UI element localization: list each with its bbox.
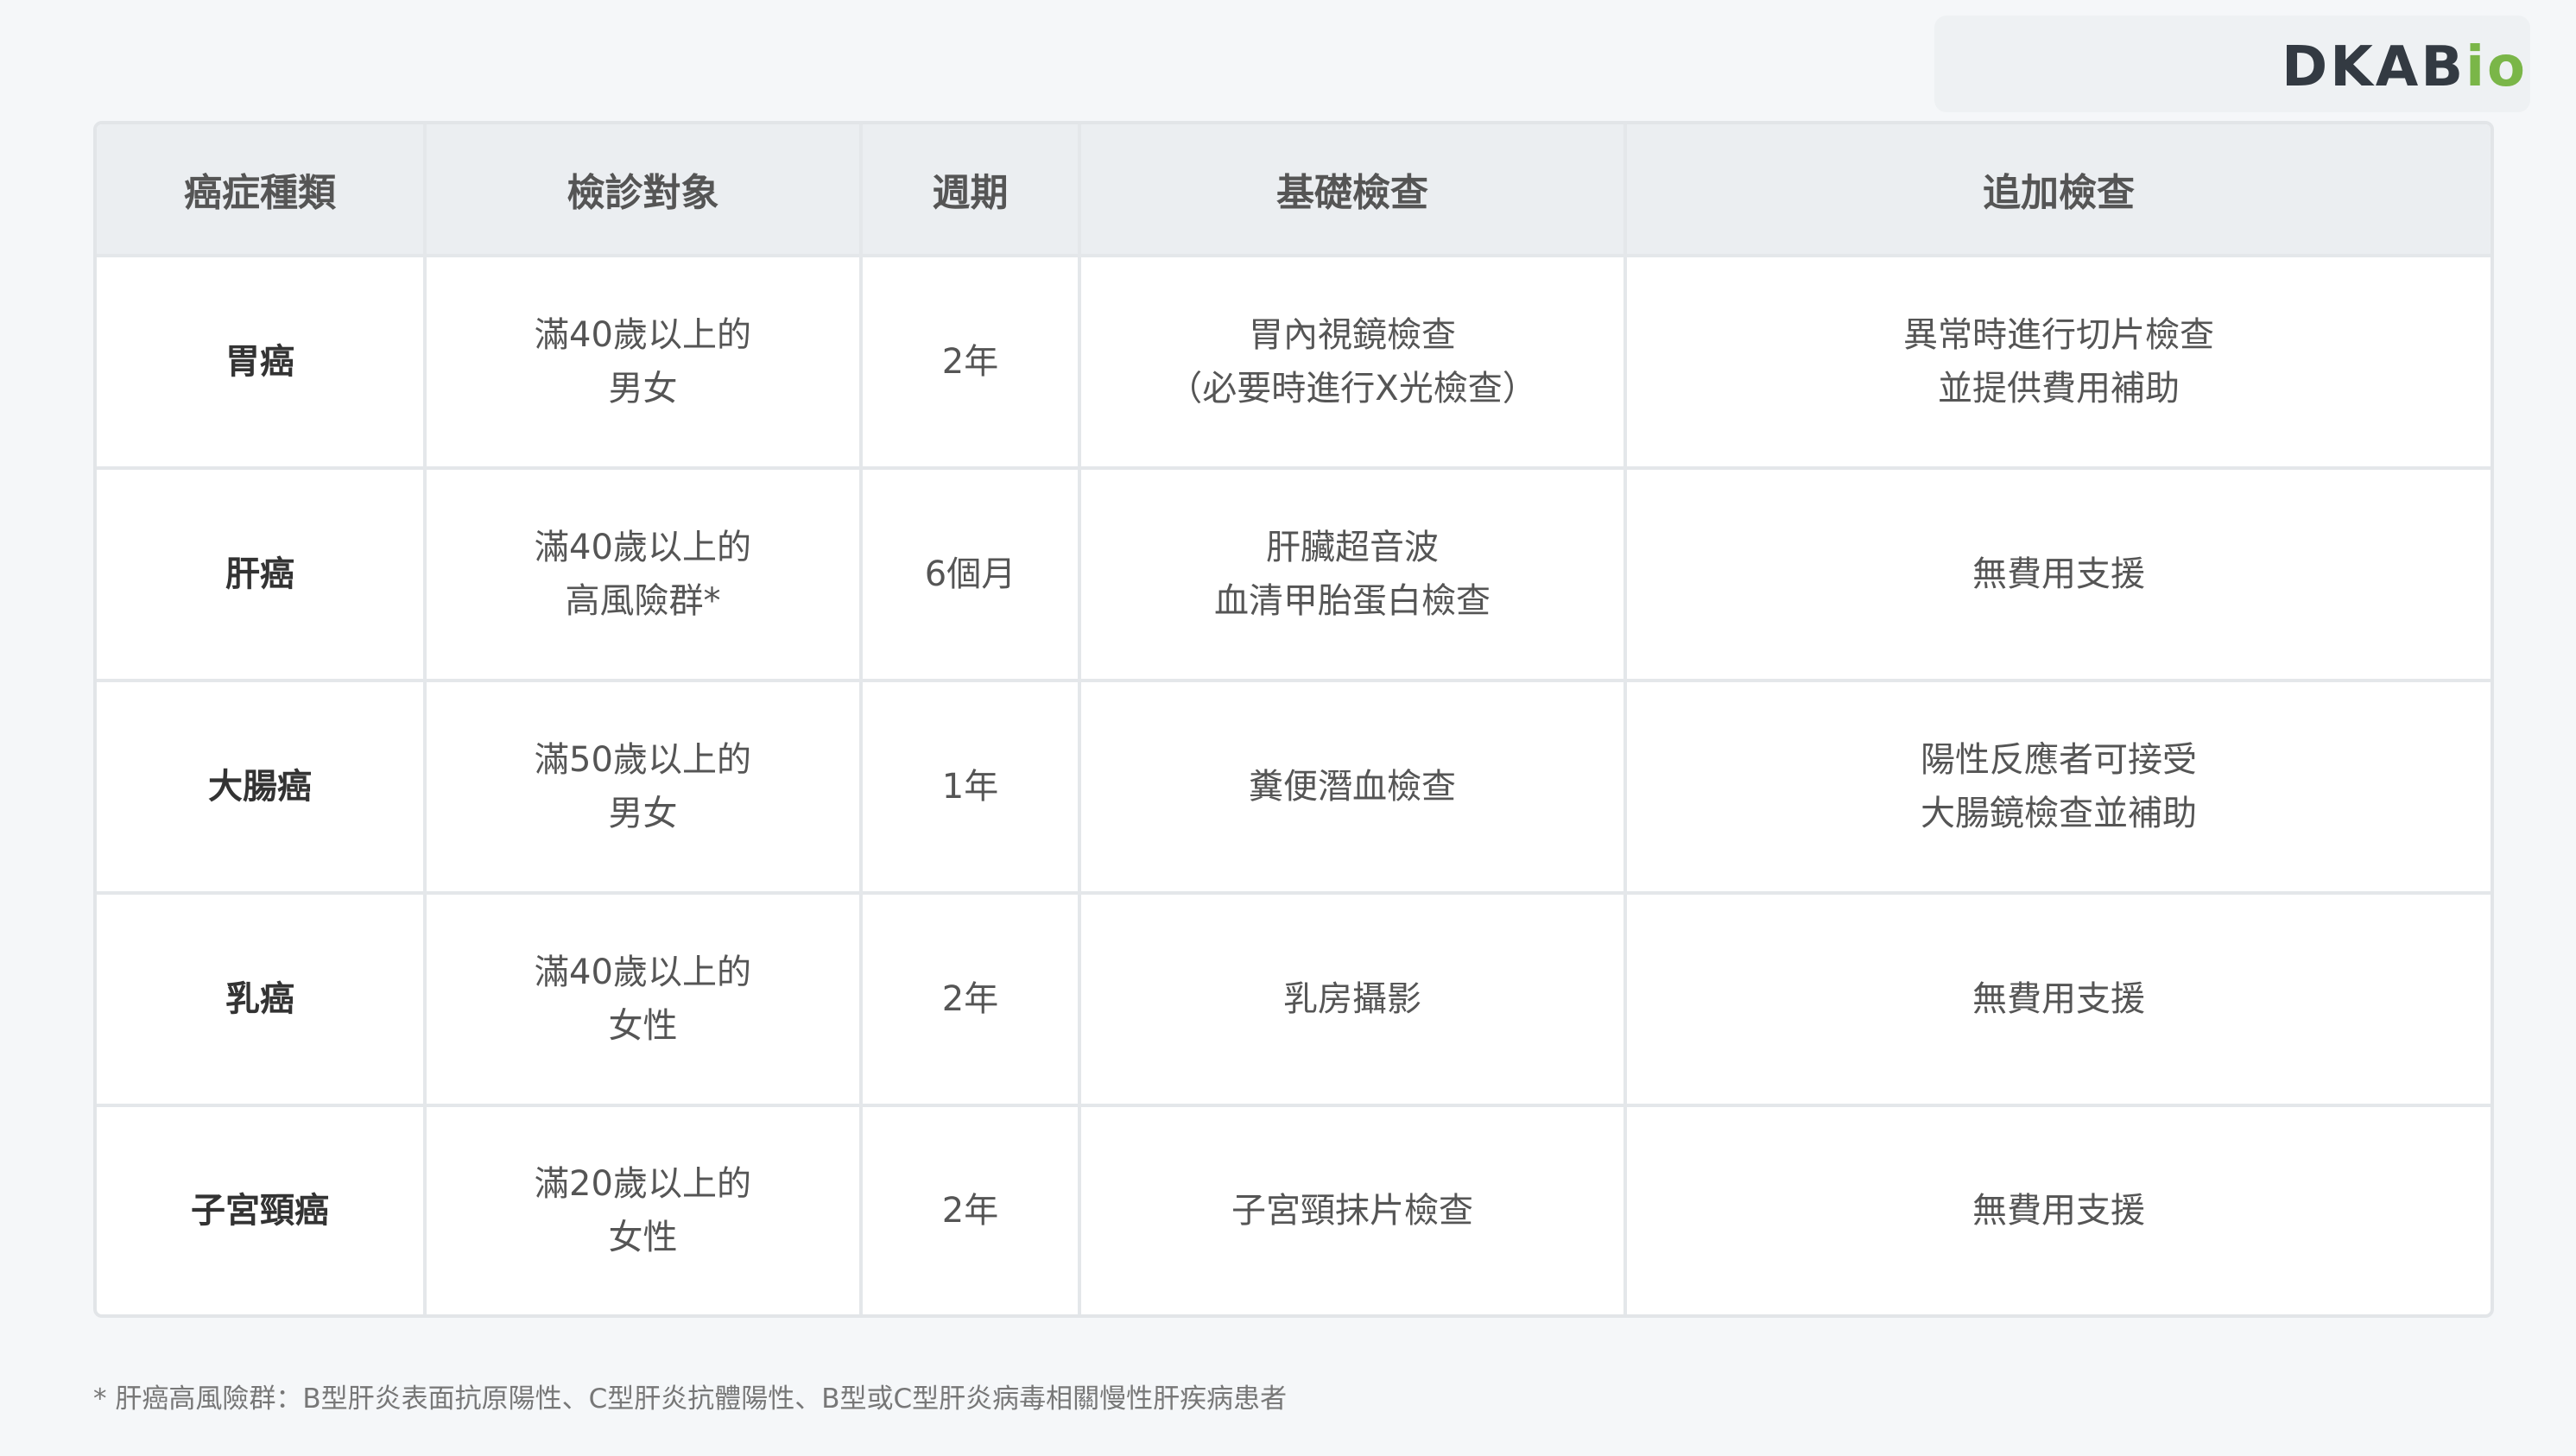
basic-exam-cell: 糞便潛血檢查	[1079, 680, 1627, 895]
cell-line: 異常時進行切片檢查	[1903, 314, 2214, 355]
cell-line: 滿40歲以上的	[535, 952, 751, 992]
cell-line: 並提供費用補助	[1938, 368, 2180, 408]
additional-exam-cell: 無費用支援	[1625, 467, 2491, 682]
basic-exam-cell: 胃內視鏡檢查 （必要時進行X光檢查）	[1079, 256, 1627, 470]
cell-line: 男女	[608, 793, 678, 833]
cell-line: 乳房攝影	[1283, 978, 1421, 1019]
basic-exam-cell: 肝臟超音波 血清甲胎蛋白檢查	[1079, 467, 1627, 682]
period-cell: 1年	[861, 680, 1081, 895]
header-basic-exam: 基礎檢查	[1079, 124, 1627, 257]
cancer-type-cell: 子宮頸癌	[97, 1105, 427, 1314]
cell-line: 肝臟超音波	[1266, 527, 1439, 567]
cell-line: 無費用支援	[1972, 1190, 2145, 1231]
table-row: 子宮頸癌 滿20歲以上的 女性 2年 子宮頸抹片檢查 無費用支援	[97, 1105, 2491, 1314]
header-additional-exam: 追加檢查	[1625, 124, 2491, 257]
cell-line: 無費用支援	[1972, 554, 2145, 594]
cell-line: 滿40歲以上的	[535, 314, 751, 355]
cell-line: 子宮頸抹片檢查	[1231, 1190, 1473, 1231]
screening-table-container: 癌症種類 檢診對象 週期 基礎檢查 追加檢查 胃癌 滿40歲以上的 男女 2年 …	[93, 121, 2494, 1318]
header-cancer-type: 癌症種類	[97, 124, 427, 257]
cancer-type-cell: 胃癌	[97, 256, 427, 470]
basic-exam-cell: 子宮頸抹片檢查	[1079, 1105, 1627, 1314]
header-period: 週期	[861, 124, 1081, 257]
cell-line: 女性	[608, 1005, 678, 1046]
table-row: 乳癌 滿40歲以上的 女性 2年 乳房攝影 無費用支援	[97, 892, 2491, 1107]
target-group-cell: 滿20歲以上的 女性	[425, 1105, 863, 1314]
cell-line: 陽性反應者可接受	[1921, 739, 2197, 780]
cell-line: 高風險群*	[565, 580, 721, 621]
footnote: * 肝癌高風險群：B型肝炎表面抗原陽性、C型肝炎抗體陽性、B型或C型肝炎病毒相關…	[93, 1383, 1288, 1415]
period-cell: 6個月	[861, 467, 1081, 682]
table-row: 肝癌 滿40歲以上的 高風險群* 6個月 肝臟超音波 血清甲胎蛋白檢查 無費用支…	[97, 467, 2491, 682]
cancer-type-cell: 肝癌	[97, 467, 427, 682]
cell-line: 無費用支援	[1972, 978, 2145, 1019]
cell-line: 糞便潛血檢查	[1249, 766, 1456, 807]
cell-line: 男女	[608, 368, 678, 408]
table-header-row: 癌症種類 檢診對象 週期 基礎檢查 追加檢查	[97, 124, 2491, 257]
additional-exam-cell: 無費用支援	[1625, 1105, 2491, 1314]
cell-line: （必要時進行X光檢查）	[1168, 368, 1537, 408]
period-cell: 2年	[861, 892, 1081, 1107]
target-group-cell: 滿40歲以上的 女性	[425, 892, 863, 1107]
cell-line: 滿20歲以上的	[535, 1163, 751, 1204]
logo-main-text: DKAB	[2282, 35, 2466, 99]
cell-line: 滿40歲以上的	[535, 527, 751, 567]
table-row: 胃癌 滿40歲以上的 男女 2年 胃內視鏡檢查 （必要時進行X光檢查） 異常時進…	[97, 256, 2491, 470]
table-row: 大腸癌 滿50歲以上的 男女 1年 糞便潛血檢查 陽性反應者可接受 大腸鏡檢查並…	[97, 680, 2491, 895]
cancer-screening-table: 癌症種類 檢診對象 週期 基礎檢查 追加檢查 胃癌 滿40歲以上的 男女 2年 …	[97, 124, 2491, 1314]
additional-exam-cell: 異常時進行切片檢查 並提供費用補助	[1625, 256, 2491, 470]
cell-line: 大腸鏡檢查並補助	[1921, 793, 2197, 833]
cell-line: 胃內視鏡檢查	[1249, 314, 1456, 355]
period-cell: 2年	[861, 1105, 1081, 1314]
logo-suffix-text: io	[2465, 35, 2528, 99]
cancer-type-cell: 乳癌	[97, 892, 427, 1107]
dkabio-logo: DKABio	[2282, 40, 2528, 95]
additional-exam-cell: 無費用支援	[1625, 892, 2491, 1107]
target-group-cell: 滿40歲以上的 男女	[425, 256, 863, 470]
cell-line: 滿50歲以上的	[535, 739, 751, 780]
basic-exam-cell: 乳房攝影	[1079, 892, 1627, 1107]
period-cell: 2年	[861, 256, 1081, 470]
target-group-cell: 滿50歲以上的 男女	[425, 680, 863, 895]
cell-line: 血清甲胎蛋白檢查	[1214, 580, 1491, 621]
header-target-group: 檢診對象	[425, 124, 863, 257]
additional-exam-cell: 陽性反應者可接受 大腸鏡檢查並補助	[1625, 680, 2491, 895]
cell-line: 女性	[608, 1217, 678, 1257]
target-group-cell: 滿40歲以上的 高風險群*	[425, 467, 863, 682]
cancer-type-cell: 大腸癌	[97, 680, 427, 895]
